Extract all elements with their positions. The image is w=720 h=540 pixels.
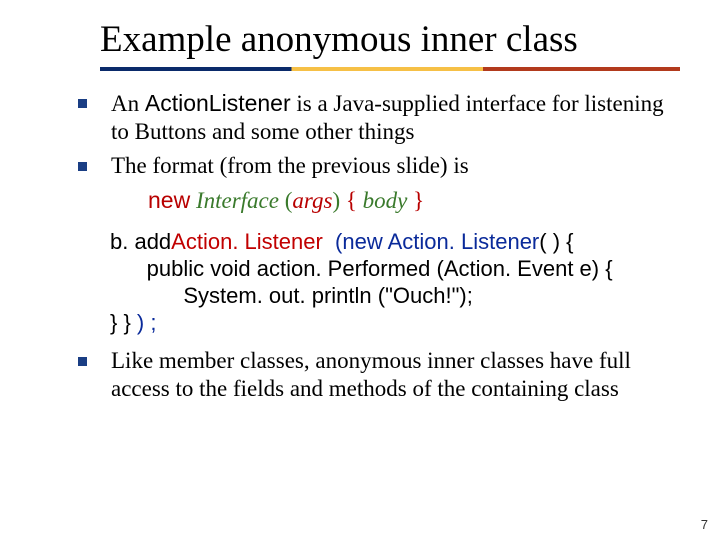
code-l1a: b. add	[110, 229, 171, 254]
syntax-body: body	[363, 188, 408, 213]
title-block: Example anonymous inner class	[0, 0, 720, 71]
bullet-1-text: An ActionListener is a Java-supplied int…	[111, 89, 674, 146]
code-l3: System. out. println ("Ouch!");	[110, 283, 473, 308]
bullet-1: An ActionListener is a Java-supplied int…	[78, 89, 674, 146]
bullet-3: Like member classes, anonymous inner cla…	[78, 347, 674, 403]
bullet-2: The format (from the previous slide) is	[78, 152, 674, 180]
syntax-rbrace: }	[413, 188, 424, 213]
bullet-1-code: ActionListener	[145, 90, 291, 116]
slide-body: An ActionListener is a Java-supplied int…	[0, 71, 720, 403]
syntax-iface: Interface	[196, 188, 279, 213]
slide: Example anonymous inner class An ActionL…	[0, 0, 720, 540]
syntax-args: args	[292, 188, 332, 213]
code-l4b: ) ;	[137, 310, 157, 335]
bullet-icon	[78, 357, 87, 366]
code-l1d: ( ) {	[539, 229, 573, 254]
slide-title: Example anonymous inner class	[100, 18, 720, 61]
bullet-1-pre: An	[111, 91, 145, 116]
bullet-icon	[78, 162, 87, 171]
bullet-2-text: The format (from the previous slide) is	[111, 152, 674, 180]
syntax-new: new	[148, 187, 190, 213]
bullet-icon	[78, 99, 87, 108]
syntax-rpar: )	[332, 188, 340, 213]
code-l4a: } }	[110, 310, 137, 335]
page-number: 7	[701, 517, 708, 532]
syntax-lbrace: {	[346, 188, 357, 213]
code-l1c: (new Action. Listener	[329, 229, 539, 254]
code-block: b. addAction. Listener (new Action. List…	[110, 229, 674, 336]
bullet-3-text: Like member classes, anonymous inner cla…	[111, 347, 674, 403]
syntax-line: new Interface (args) { body }	[148, 186, 674, 215]
code-l1b: Action. Listener	[171, 229, 329, 254]
code-l2: public void action. Performed (Action. E…	[110, 256, 613, 281]
